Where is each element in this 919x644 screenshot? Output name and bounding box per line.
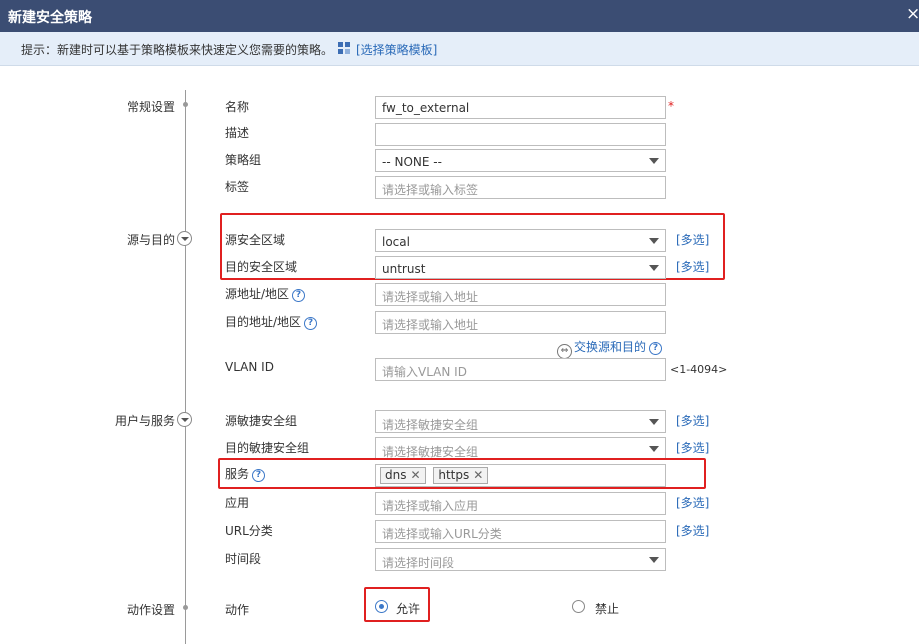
service-input[interactable]: dns ✕ https ✕ <box>375 464 666 487</box>
service-tag-text: dns <box>385 468 407 482</box>
tag-input[interactable]: 请选择或输入标签 <box>375 176 666 199</box>
section-dot <box>183 605 188 610</box>
policy-group-select[interactable]: -- NONE -- <box>375 149 666 172</box>
url-category-label: URL分类 <box>225 524 273 538</box>
src-agile-multi-link[interactable]: [多选] <box>676 412 709 429</box>
service-label: 服务? <box>225 465 266 482</box>
action-label: 动作 <box>225 603 250 617</box>
question-circle-icon[interactable]: ? <box>292 289 306 302</box>
src-zone-select[interactable]: local <box>375 229 666 252</box>
service-tag-text: https <box>438 468 470 482</box>
dst-agile-select[interactable]: 请选择敏捷安全组 <box>375 437 666 460</box>
swap-icon: ⇔ <box>557 344 572 359</box>
template-icon[interactable] <box>338 42 350 54</box>
src-zone-value: local <box>382 235 410 249</box>
dst-zone-select[interactable]: untrust <box>375 256 666 279</box>
question-circle-icon[interactable]: ? <box>649 342 663 355</box>
dst-addr-input[interactable]: 请选择或输入地址 <box>375 311 666 334</box>
dst-agile-placeholder: 请选择敏捷安全组 <box>382 445 479 459</box>
src-zone-multi-link[interactable]: [多选] <box>676 231 709 248</box>
question-circle-icon[interactable]: ? <box>252 469 266 482</box>
close-icon[interactable]: ✕ <box>473 468 483 482</box>
close-icon[interactable]: ✕ <box>410 468 420 482</box>
src-zone-label: 源安全区域 <box>225 233 286 247</box>
name-label: 名称 <box>225 100 250 114</box>
policy-group-label: 策略组 <box>225 153 262 167</box>
service-tag: https ✕ <box>433 467 489 484</box>
tag-label: 标签 <box>225 180 250 194</box>
url-category-multi-link[interactable]: [多选] <box>676 522 709 539</box>
deny-label[interactable]: 禁止 <box>595 600 619 617</box>
time-range-placeholder: 请选择时间段 <box>382 556 455 570</box>
dialog-title: 新建安全策略 <box>8 10 92 26</box>
dst-zone-value: untrust <box>382 262 426 276</box>
chevron-down-icon <box>649 265 659 271</box>
dst-addr-label-text: 目的地址/地区 <box>225 315 302 329</box>
application-label: 应用 <box>225 496 250 510</box>
dst-zone-label: 目的安全区域 <box>225 260 298 274</box>
tip-bar: 提示：新建时可以基于策略模板来快速定义您需要的策略。 [选择策略模板] <box>0 32 919 66</box>
time-range-label: 时间段 <box>225 552 262 566</box>
deny-radio[interactable] <box>572 600 585 613</box>
dst-agile-label: 目的敏捷安全组 <box>225 441 310 455</box>
swap-src-dst-link[interactable]: ⇔ 交换源和目的? <box>557 338 663 359</box>
src-agile-label: 源敏捷安全组 <box>225 414 298 428</box>
question-circle-icon[interactable]: ? <box>304 317 318 330</box>
dst-zone-multi-link[interactable]: [多选] <box>676 258 709 275</box>
src-addr-label: 源地址/地区? <box>225 285 306 302</box>
vlan-input[interactable]: 请输入VLAN ID <box>375 358 666 381</box>
src-addr-label-text: 源地址/地区 <box>225 287 290 301</box>
section-dot <box>183 102 188 107</box>
url-category-input[interactable]: 请选择或输入URL分类 <box>375 520 666 543</box>
section-general-label: 常规设置 <box>126 100 175 114</box>
chevron-down-circle-icon[interactable] <box>177 231 192 246</box>
section-timeline <box>185 90 186 644</box>
chevron-down-icon <box>649 158 659 164</box>
close-icon[interactable]: × <box>906 4 919 24</box>
section-action-label: 动作设置 <box>126 603 175 617</box>
vlan-label: VLAN ID <box>225 360 274 374</box>
description-label: 描述 <box>225 126 250 140</box>
chevron-down-circle-icon[interactable] <box>177 412 192 427</box>
chevron-down-icon <box>649 238 659 244</box>
chevron-down-icon <box>649 557 659 563</box>
chevron-down-icon <box>649 419 659 425</box>
service-label-text: 服务 <box>225 467 250 481</box>
policy-group-value: -- NONE -- <box>382 155 442 169</box>
tip-text: 提示：新建时可以基于策略模板来快速定义您需要的策略。 <box>21 43 334 57</box>
application-multi-link[interactable]: [多选] <box>676 494 709 511</box>
vlan-range-hint: <1-4094> <box>670 363 728 376</box>
service-tag: dns ✕ <box>380 467 426 484</box>
section-source-dest-label: 源与目的 <box>126 233 175 247</box>
swap-text: 交换源和目的 <box>574 340 647 354</box>
dialog-titlebar: 新建安全策略 × <box>0 0 919 32</box>
description-input[interactable] <box>375 123 666 146</box>
application-input[interactable]: 请选择或输入应用 <box>375 492 666 515</box>
name-input[interactable]: fw_to_external <box>375 96 666 119</box>
src-agile-placeholder: 请选择敏捷安全组 <box>382 418 479 432</box>
required-mark: * <box>668 99 674 113</box>
dst-addr-label: 目的地址/地区? <box>225 313 318 330</box>
src-agile-select[interactable]: 请选择敏捷安全组 <box>375 410 666 433</box>
section-user-service-label: 用户与服务 <box>114 414 175 428</box>
permit-label[interactable]: 允许 <box>396 600 420 617</box>
chevron-down-icon <box>649 446 659 452</box>
dst-agile-multi-link[interactable]: [多选] <box>676 439 709 456</box>
permit-radio[interactable] <box>375 600 388 613</box>
src-addr-input[interactable]: 请选择或输入地址 <box>375 283 666 306</box>
time-range-select[interactable]: 请选择时间段 <box>375 548 666 571</box>
select-template-link[interactable]: [选择策略模板] <box>356 41 437 58</box>
